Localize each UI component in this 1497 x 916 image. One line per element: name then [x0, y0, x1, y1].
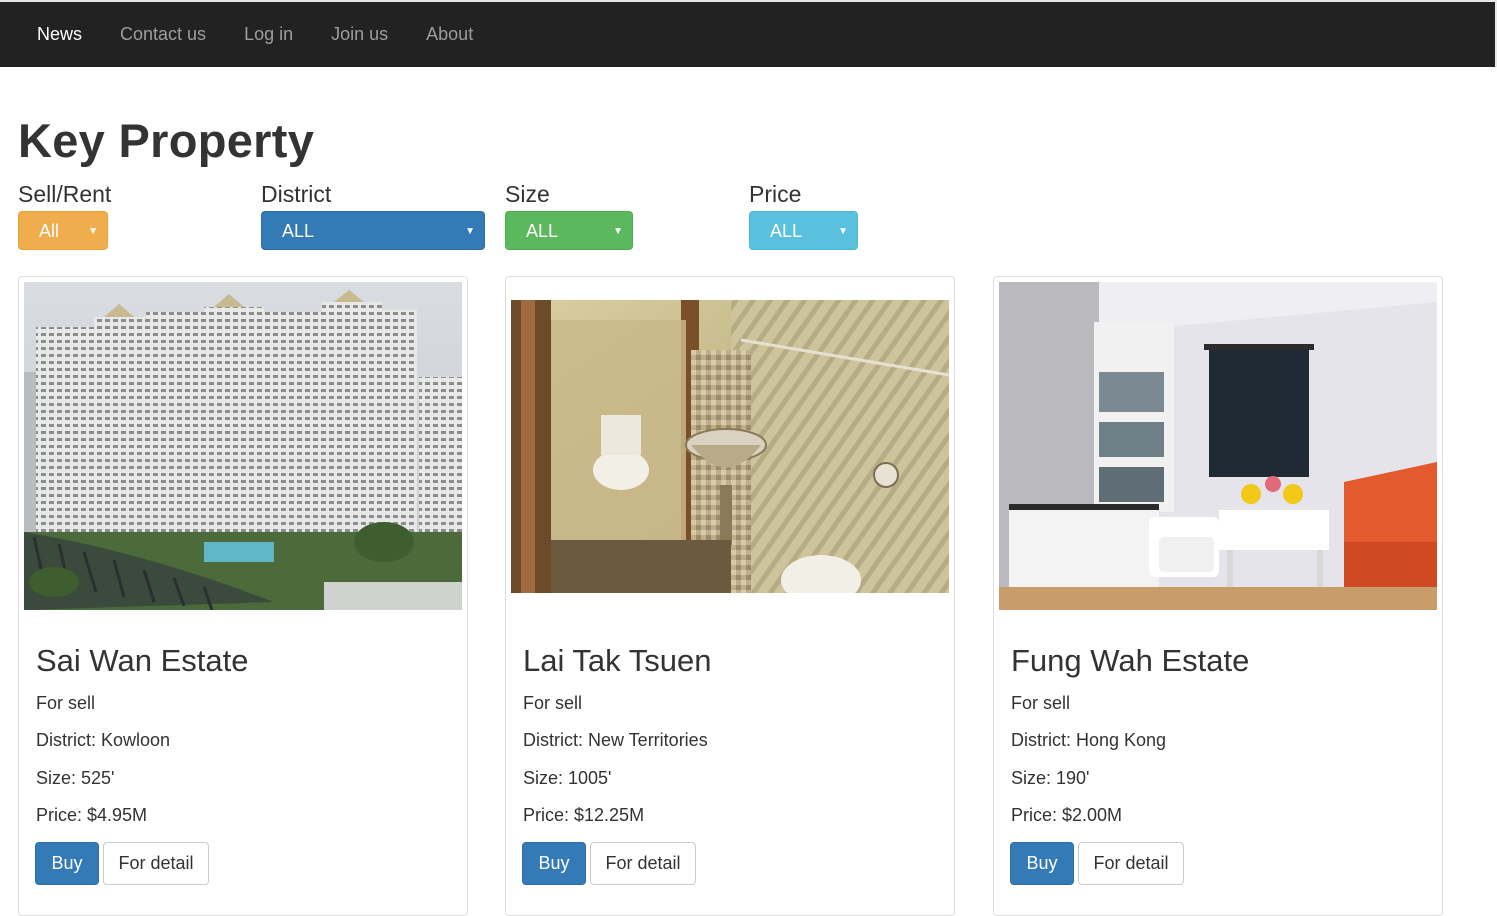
- caret-down-icon: ▼: [465, 226, 475, 237]
- property-name: Fung Wah Estate: [1011, 643, 1250, 678]
- property-name: Lai Tak Tsuen: [523, 643, 712, 678]
- property-card: Lai Tak Tsuen For sell District: New Ter…: [505, 276, 955, 916]
- district-dropdown[interactable]: ALL ▼: [261, 211, 485, 250]
- caret-down-icon: ▼: [613, 226, 623, 237]
- property-district: District: Kowloon: [36, 730, 171, 750]
- dropdown-value: ALL: [282, 221, 315, 241]
- filter-label: District: [261, 181, 332, 207]
- property-district: District: Hong Kong: [1011, 730, 1167, 750]
- property-size: Size: 1005': [523, 768, 612, 788]
- nav-item-log-in[interactable]: Log in: [225, 2, 312, 67]
- property-size: Size: 525': [36, 768, 115, 788]
- filter-label: Price: [749, 181, 802, 207]
- filter-label: Sell/Rent: [18, 181, 112, 207]
- nav-item-join-us[interactable]: Join us: [312, 2, 407, 67]
- filter-price: Price ALL ▼: [749, 180, 858, 250]
- caret-down-icon: ▼: [838, 226, 848, 237]
- property-type: For sell: [36, 693, 96, 713]
- property-name: Sai Wan Estate: [36, 643, 249, 678]
- property-card: Fung Wah Estate For sell District: Hong …: [993, 276, 1443, 916]
- property-price: Price: $2.00M: [1011, 805, 1123, 825]
- property-photo-building: [24, 282, 462, 610]
- buy-button[interactable]: Buy: [522, 842, 586, 885]
- property-price: Price: $12.25M: [523, 805, 645, 825]
- page-title: Key Property: [18, 114, 315, 167]
- top-navbar: News Contact us Log in Join us About: [0, 0, 1497, 67]
- price-dropdown[interactable]: ALL ▼: [749, 211, 858, 250]
- dropdown-value: ALL: [526, 221, 559, 241]
- dropdown-value: ALL: [770, 221, 803, 241]
- detail-button[interactable]: For detail: [590, 842, 696, 885]
- sell-rent-dropdown[interactable]: All ▼: [18, 211, 108, 250]
- property-card: Sai Wan Estate For sell District: Kowloo…: [18, 276, 468, 916]
- filter-sell-rent: Sell/Rent All ▼: [18, 180, 112, 250]
- buy-button[interactable]: Buy: [1010, 842, 1074, 885]
- nav-item-news[interactable]: News: [18, 2, 101, 67]
- property-size: Size: 190': [1011, 768, 1090, 788]
- nav-menu: News Contact us Log in Join us About: [18, 2, 492, 67]
- detail-button[interactable]: For detail: [103, 842, 209, 885]
- property-price: Price: $4.95M: [36, 805, 148, 825]
- property-type: For sell: [523, 693, 583, 713]
- caret-down-icon: ▼: [88, 226, 98, 237]
- property-type: For sell: [1011, 693, 1071, 713]
- filter-size: Size ALL ▼: [505, 180, 633, 250]
- dropdown-value: All: [39, 221, 60, 241]
- nav-item-about[interactable]: About: [407, 2, 492, 67]
- detail-button[interactable]: For detail: [1078, 842, 1184, 885]
- nav-item-contact-us[interactable]: Contact us: [101, 2, 225, 67]
- buy-button[interactable]: Buy: [35, 842, 99, 885]
- property-district: District: New Territories: [523, 730, 708, 750]
- filter-label: Size: [505, 181, 550, 207]
- property-photo-bathroom: [511, 300, 949, 593]
- filter-district: District ALL ▼: [261, 180, 485, 250]
- size-dropdown[interactable]: ALL ▼: [505, 211, 633, 250]
- property-photo-interior: [999, 282, 1437, 610]
